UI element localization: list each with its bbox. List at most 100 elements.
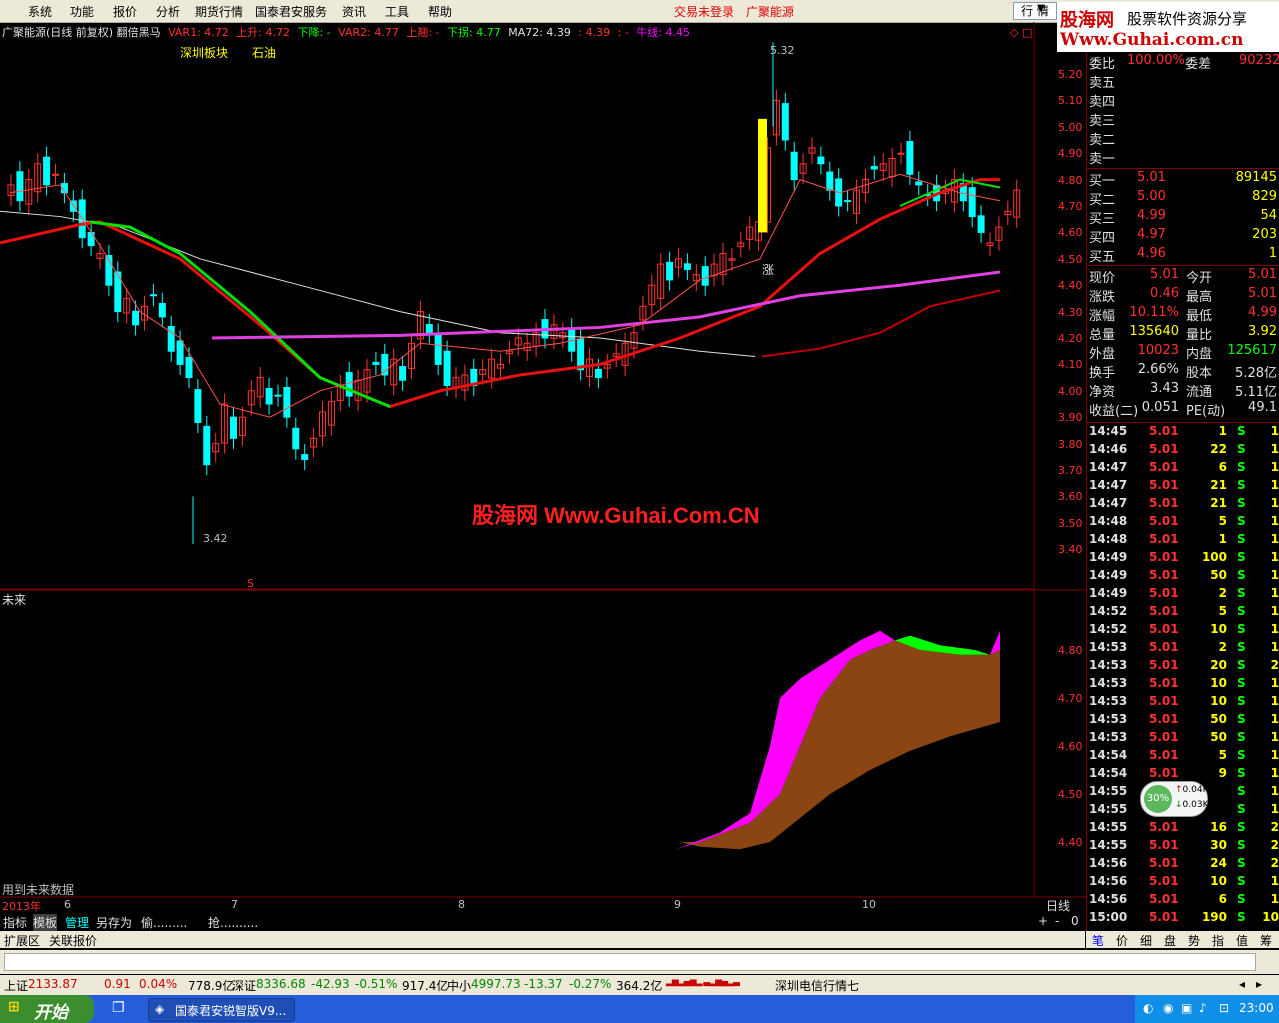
menu-futures[interactable]: 期货行情: [195, 3, 243, 20]
menu-service[interactable]: 国泰君安服务: [255, 3, 327, 20]
tick-count: 1: [1270, 730, 1279, 744]
tab-quote-2[interactable]: 细: [1140, 932, 1152, 949]
limit-up-label: 涨: [762, 263, 775, 277]
start-button[interactable]: ⊞ 开始: [0, 995, 94, 1023]
speed-widget[interactable]: 30% ↑0.04K/S ↓0.03K/S: [1140, 781, 1217, 817]
stat-value: 125617: [1227, 343, 1277, 358]
tray-icon-2[interactable]: ◉: [1163, 1001, 1173, 1015]
candle-body: [176, 340, 184, 365]
tick-volume: 50: [1210, 730, 1227, 744]
price-tick-label: 3.40: [1058, 543, 1083, 557]
tick-price: 5.01: [1149, 532, 1179, 546]
tab-grab[interactable]: 抢..........: [208, 914, 258, 931]
tick-row: 14:53 5.01 20 S 2: [1089, 658, 1279, 676]
menu-system[interactable]: 系统: [28, 3, 52, 20]
tab-related-quote[interactable]: 关联报价: [49, 932, 97, 949]
menu-analysis[interactable]: 分析: [156, 3, 180, 20]
stat-value: 10.11%: [1129, 305, 1179, 320]
tray-icon-3[interactable]: ▣: [1181, 1001, 1192, 1015]
tick-side: S: [1237, 532, 1246, 546]
zx-amount: 364.2亿: [616, 979, 663, 993]
tick-row: 14:53 5.01 10 S 1: [1089, 694, 1279, 712]
taskbar-app-button[interactable]: ◈ 国泰君安锐智版V9...: [148, 998, 295, 1022]
tab-quote-3[interactable]: 盘: [1164, 932, 1176, 949]
future-area: [676, 630, 1000, 850]
tab-template[interactable]: 模板: [33, 914, 58, 931]
stat-label: 涨跌: [1089, 290, 1116, 305]
zero-icon[interactable]: 0: [1071, 914, 1079, 928]
buy-level-row[interactable]: 买五 4.96 1: [1089, 246, 1279, 265]
chevron-down-icon[interactable]: ▼: [1037, 3, 1045, 14]
period-label[interactable]: 日线: [1046, 897, 1070, 914]
tray-icon-1[interactable]: ◐: [1143, 1001, 1153, 1015]
tick-time: 14:49: [1089, 568, 1128, 582]
tab-quote-4[interactable]: 势: [1188, 932, 1200, 949]
tick-side: S: [1237, 550, 1246, 564]
tab-quote-1[interactable]: 价: [1116, 932, 1128, 949]
tick-volume: 1: [1218, 532, 1227, 546]
buy-level-row[interactable]: 买四 4.97 203: [1089, 227, 1279, 246]
minus-icon[interactable]: -: [1055, 914, 1059, 928]
tab-quote-7[interactable]: 筹: [1260, 932, 1272, 949]
menu-function[interactable]: 功能: [70, 3, 94, 20]
network-icon[interactable]: ⊡: [1219, 1001, 1229, 1015]
tick-time: 14:55: [1089, 820, 1128, 834]
menu-help[interactable]: 帮助: [428, 3, 452, 20]
tick-time: 14:53: [1089, 694, 1128, 708]
tab-steal[interactable]: 偷.........: [141, 914, 187, 931]
arrow-down-icon: ↓: [1175, 800, 1183, 810]
tab-indicator[interactable]: 指标: [3, 914, 27, 931]
tab-quote-0[interactable]: 笔: [1092, 932, 1104, 949]
tab-manage[interactable]: 管理: [65, 914, 89, 931]
candle-body: [701, 266, 709, 286]
stat-row: 涨幅 10.11% 最低 4.99: [1089, 305, 1279, 324]
kline-chart[interactable]: [0, 22, 1086, 932]
login-status[interactable]: 交易未登录: [674, 3, 734, 20]
menu-quote[interactable]: 报价: [113, 3, 137, 20]
tab-quote-6[interactable]: 值: [1236, 932, 1248, 949]
tick-row: 14:53 5.01 50 S 1: [1089, 712, 1279, 730]
quote-button[interactable]: 行 情: [1013, 2, 1057, 20]
tab-save-as[interactable]: 另存为: [96, 914, 132, 931]
news-ticker[interactable]: 深圳电信行情七: [775, 977, 859, 994]
buy-level-label: 买三: [1089, 212, 1116, 227]
price-tick-label: 3.50: [1058, 516, 1083, 530]
add-icon[interactable]: +: [1038, 914, 1048, 928]
candle-body: [149, 294, 157, 297]
volume-icon[interactable]: ♪: [1199, 1001, 1207, 1015]
tab-quote-5[interactable]: 指: [1212, 932, 1224, 949]
tab-extension[interactable]: 扩展区: [4, 932, 40, 949]
sub-tick-label: 4.50: [1058, 788, 1083, 801]
tick-side: S: [1237, 442, 1246, 456]
buy-level-row[interactable]: 买三 4.99 54: [1089, 208, 1279, 227]
command-input[interactable]: [4, 953, 1256, 971]
zx-value: 4997.73: [471, 977, 521, 991]
quicklaunch-icon[interactable]: ❐: [112, 1000, 125, 1016]
prev-icon[interactable]: ◂: [1239, 977, 1245, 991]
buy-level-row[interactable]: 买一 5.01 89145: [1089, 170, 1279, 189]
price-tick-label: 4.70: [1058, 200, 1083, 213]
stat-label: 量比: [1186, 328, 1213, 343]
buy-level-price: 5.01: [1137, 170, 1166, 185]
buy-level-volume: 54: [1260, 208, 1277, 223]
date-jun: 6: [64, 898, 71, 911]
stat-value: 135640: [1129, 324, 1179, 339]
tick-count: 1: [1270, 460, 1279, 474]
stat-row: 现价 5.01 今开 5.01: [1089, 267, 1279, 286]
stat-row: 换手 2.66% 股本 5.28亿: [1089, 362, 1279, 381]
tick-time: 14:47: [1089, 496, 1128, 510]
sz-change: -42.93: [311, 977, 350, 991]
tick-row: 14:53 5.01 10 S 1: [1089, 676, 1279, 694]
next-icon[interactable]: ▸: [1256, 977, 1262, 991]
menu-tools[interactable]: 工具: [385, 3, 409, 20]
menu-news[interactable]: 资讯: [342, 3, 366, 20]
price-tick-label: 4.60: [1058, 226, 1083, 240]
sell-level-row: 卖三: [1089, 110, 1279, 129]
tick-price: 5.01: [1149, 496, 1179, 510]
tick-time: 14:54: [1089, 748, 1128, 762]
arrow-up-icon: ↑: [1175, 785, 1183, 795]
buy-level-row[interactable]: 买二 5.00 829: [1089, 189, 1279, 208]
stat-value: 10023: [1137, 343, 1179, 358]
candle-body: [968, 187, 976, 218]
price-tick-label: 5.20: [1058, 68, 1083, 81]
